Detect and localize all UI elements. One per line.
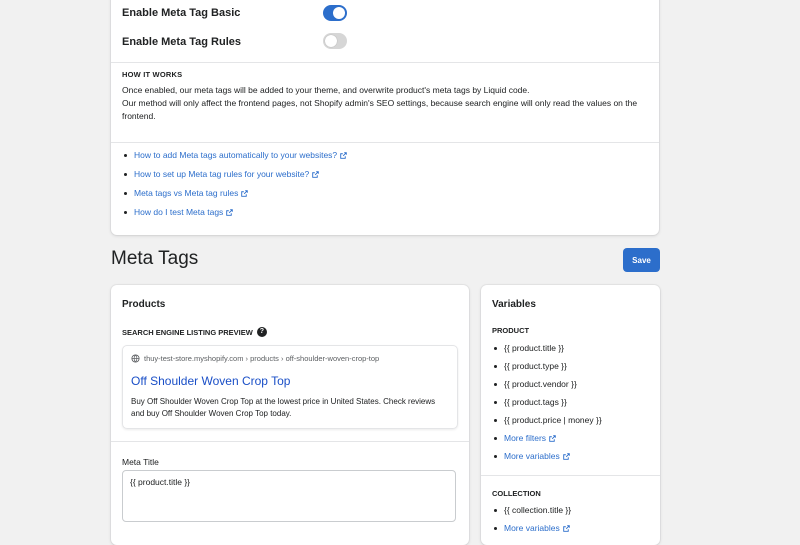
toggle-knob [333,7,345,19]
search-listing-preview: thuy-test-store.myshopify.com › products… [122,345,458,429]
bullet [494,346,497,350]
list-item: How to set up Meta tag rules for your we… [122,165,347,184]
bullet [124,192,127,195]
list-item: How do I test Meta tags [122,203,347,222]
collection-variables-list: {{ collection.title }} More variables [492,501,571,537]
variable-collection-title[interactable]: {{ collection.title }} [504,501,571,519]
collection-more-variables-link[interactable]: More variables [504,519,560,537]
external-link-icon [241,190,249,197]
list-item: Meta tags vs Meta tag rules [122,184,347,203]
variable-product-tags[interactable]: {{ product.tags }} [504,393,567,411]
bullet [494,454,497,458]
variable-product-title[interactable]: {{ product.title }} [504,339,564,357]
bullet [494,436,497,440]
variables-card: Variables PRODUCT {{ product.title }} {{… [481,285,660,545]
meta-basic-toggle[interactable] [323,5,347,21]
settings-card: Enable Meta Tag Basic Enable Meta Tag Ru… [111,0,659,235]
variable-product-vendor[interactable]: {{ product.vendor }} [504,375,577,393]
how-it-works-line-1: Once enabled, our meta tags will be adde… [122,85,530,95]
bullet [124,154,127,157]
list-item: More variables [492,447,602,465]
help-link-test-meta-tags[interactable]: How do I test Meta tags [134,203,223,222]
how-it-works-line-2: Our method will only affect the frontend… [122,98,638,121]
list-item: {{ collection.title }} [492,501,571,519]
list-item: More filters [492,429,602,447]
help-question-icon[interactable]: ? [256,327,267,337]
list-item: More variables [492,519,571,537]
search-preview-label-text: SEARCH ENGINE LISTING PREVIEW [122,327,253,337]
help-links-list: How to add Meta tags automatically to yo… [122,146,347,222]
save-button[interactable]: Save [623,248,660,272]
bullet [494,364,497,368]
how-it-works-text: Once enabled, our meta tags will be adde… [122,84,642,123]
toggle-row-meta-rules: Enable Meta Tag Rules [122,30,241,54]
bullet [124,211,127,214]
variable-product-price[interactable]: {{ product.price | money }} [504,411,602,429]
bullet [494,508,497,512]
product-variables-heading: PRODUCT [492,326,530,335]
products-card: Products SEARCH ENGINE LISTING PREVIEW ?… [111,285,469,545]
list-item: {{ product.tags }} [492,393,602,411]
variable-product-type[interactable]: {{ product.type }} [504,357,567,375]
preview-description: Buy Off Shoulder Woven Crop Top at the l… [131,397,436,418]
search-preview-label: SEARCH ENGINE LISTING PREVIEW ? [122,327,267,337]
help-link-setup-rules[interactable]: How to set up Meta tag rules for your we… [134,165,309,184]
bullet [494,400,497,404]
more-filters-link[interactable]: More filters [504,429,546,447]
product-variables-list: {{ product.title }} {{ product.type }} {… [492,339,602,465]
variables-card-title: Variables [492,299,536,310]
preview-url: thuy-test-store.myshopify.com › products… [131,354,379,363]
divider [111,441,469,442]
help-link-add-meta-tags[interactable]: How to add Meta tags automatically to yo… [134,146,337,165]
toggle-row-meta-basic: Enable Meta Tag Basic [122,1,240,25]
toggle-knob [325,35,337,47]
toggle-label-meta-basic: Enable Meta Tag Basic [122,7,241,19]
meta-title-input[interactable]: {{ product.title }} [122,470,456,522]
list-item: {{ product.price | money }} [492,411,602,429]
help-link-tags-vs-rules[interactable]: Meta tags vs Meta tag rules [134,184,238,203]
divider [111,142,659,143]
preview-url-text: thuy-test-store.myshopify.com › products… [144,354,380,363]
meta-rules-toggle[interactable] [323,33,347,49]
list-item: How to add Meta tags automatically to yo… [122,146,347,165]
how-it-works-heading: HOW IT WORKS [122,70,183,79]
external-link-icon [340,152,347,159]
list-item: {{ product.type }} [492,357,602,375]
bullet [124,173,127,176]
list-item: {{ product.title }} [492,339,602,357]
bullet [494,382,497,386]
bullet [494,418,497,422]
products-card-title: Products [122,299,166,310]
meta-title-label: Meta Title [122,457,159,467]
external-link-icon [562,452,570,460]
page-title: Meta Tags [111,248,199,269]
collection-variables-heading: COLLECTION [492,489,541,498]
divider [481,475,660,476]
globe-icon [131,354,140,363]
external-link-icon [562,524,570,532]
divider [111,62,659,63]
toggle-label-meta-rules: Enable Meta Tag Rules [122,36,241,48]
external-link-icon [549,434,556,442]
more-variables-link[interactable]: More variables [504,447,560,465]
external-link-icon [226,209,234,216]
list-item: {{ product.vendor }} [492,375,602,393]
preview-title: Off Shoulder Woven Crop Top [131,374,291,388]
bullet [494,526,497,530]
external-link-icon [312,171,320,178]
